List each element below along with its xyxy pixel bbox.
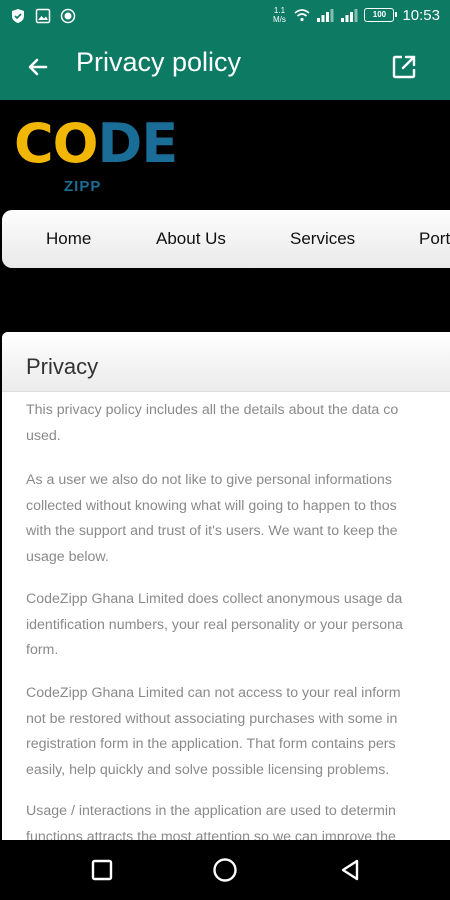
privacy-paragraph-1: This privacy policy includes all the det…	[26, 402, 399, 444]
circle-icon	[213, 858, 237, 882]
status-system-icons: 1.1 M/s 100 10:53	[270, 6, 440, 24]
signal-2-icon	[341, 9, 358, 22]
battery-icon: 100	[364, 8, 398, 22]
page-title: Privacy policy	[76, 47, 242, 77]
status-bar: 1.1 M/s 100 10:53	[0, 0, 450, 34]
privacy-paragraph-2: As a user we also do not like to give pe…	[26, 472, 398, 565]
wifi-icon	[294, 9, 310, 22]
privacy-card-header: Privacy	[2, 332, 450, 392]
nav-about-us[interactable]: About Us	[156, 229, 226, 249]
system-nav-bar	[0, 840, 450, 900]
recents-button[interactable]	[88, 856, 116, 884]
clock: 10:53	[402, 6, 440, 24]
record-icon	[60, 8, 76, 24]
privacy-paragraph-5: Usage / interactions in the application …	[26, 803, 396, 840]
nav-services[interactable]: Services	[290, 229, 355, 249]
codezipp-logo[interactable]: CODE ZIPP	[14, 114, 178, 204]
logo-wordmark: CODE	[14, 112, 178, 175]
image-icon	[35, 8, 51, 24]
triangle-icon	[341, 859, 359, 881]
shield-icon	[12, 9, 24, 23]
open-in-new-icon	[392, 55, 416, 79]
signal-1-icon	[317, 9, 334, 22]
logo-subtitle: ZIPP	[64, 178, 102, 195]
nav-portfolio[interactable]: Port	[419, 229, 450, 249]
privacy-paragraph-4: CodeZipp Ghana Limited can not access to…	[26, 685, 401, 778]
privacy-heading: Privacy	[26, 354, 99, 379]
home-button[interactable]	[211, 856, 239, 884]
arrow-left-icon	[28, 58, 48, 76]
network-speed: 1.1 M/s	[273, 6, 286, 24]
open-in-browser-button[interactable]	[388, 51, 420, 83]
nav-home[interactable]: Home	[46, 229, 91, 249]
web-view[interactable]: CODE ZIPP Home About Us Services Port Pr…	[0, 100, 450, 840]
app-bar: Privacy policy	[0, 34, 450, 100]
privacy-paragraph-3: CodeZipp Ghana Limited does collect anon…	[26, 591, 403, 658]
privacy-card: Privacy This privacy policy includes all…	[2, 332, 450, 840]
back-button[interactable]	[22, 51, 54, 83]
back-nav-button[interactable]	[336, 856, 364, 884]
square-icon	[91, 859, 113, 881]
site-nav: Home About Us Services Port	[2, 210, 450, 268]
status-notification-icons	[10, 8, 76, 24]
